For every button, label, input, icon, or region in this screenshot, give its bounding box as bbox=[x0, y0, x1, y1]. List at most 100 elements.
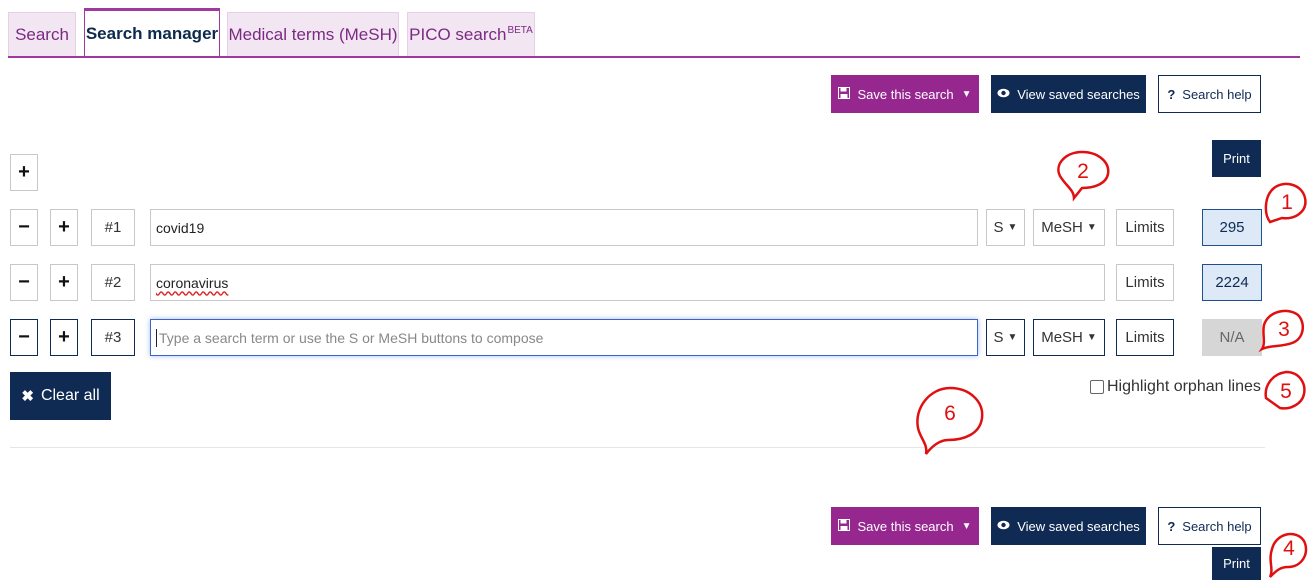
search-help-label: Search help bbox=[1182, 86, 1252, 102]
floppy-disk-icon bbox=[838, 518, 851, 534]
annotation-number: 5 bbox=[1280, 380, 1292, 403]
add-line-button[interactable]: + bbox=[50, 264, 78, 301]
line-number: #1 bbox=[91, 209, 135, 246]
limits-label: Limits bbox=[1125, 274, 1165, 291]
question-mark-icon: ? bbox=[1167, 518, 1176, 534]
clear-all-button[interactable]: ✖ Clear all bbox=[10, 372, 111, 420]
s-dropdown-button[interactable]: S ▼ bbox=[986, 319, 1025, 356]
annotation-number: 4 bbox=[1283, 537, 1295, 560]
search-term-text: covid19 bbox=[156, 219, 205, 236]
search-term-input[interactable]: Type a search term or use the S or MeSH … bbox=[150, 319, 978, 356]
s-label: S bbox=[993, 329, 1004, 346]
view-saved-searches-button[interactable]: View saved searches bbox=[991, 75, 1146, 113]
view-saved-label: View saved searches bbox=[1017, 86, 1140, 102]
mesh-dropdown-button[interactable]: MeSH ▼ bbox=[1033, 209, 1105, 246]
result-count: 295 bbox=[1219, 219, 1245, 236]
divider bbox=[10, 447, 1265, 448]
tab-pico-search[interactable]: PICO search BETA bbox=[407, 12, 535, 56]
remove-line-button[interactable]: − bbox=[10, 209, 38, 246]
line-number: #3 bbox=[91, 319, 135, 356]
tab-label: Search bbox=[15, 24, 69, 44]
caret-down-icon: ▼ bbox=[1086, 222, 1097, 233]
search-term-text: coronavirus bbox=[156, 274, 229, 291]
caret-down-icon: ▼ bbox=[1007, 332, 1018, 343]
tab-search-manager[interactable]: Search manager bbox=[84, 8, 220, 58]
add-line-button[interactable]: + bbox=[50, 319, 78, 356]
mesh-dropdown-button[interactable]: MeSH ▼ bbox=[1033, 319, 1105, 356]
print-button[interactable]: Print bbox=[1212, 547, 1261, 580]
result-count-button[interactable]: 2224 bbox=[1202, 264, 1262, 301]
mesh-label: MeSH bbox=[1041, 219, 1083, 236]
search-term-input[interactable]: coronavirus bbox=[150, 264, 1105, 301]
annotation-callout-2: 2 bbox=[1057, 150, 1110, 202]
save-search-label: Save this search bbox=[857, 518, 954, 534]
floppy-disk-icon bbox=[838, 86, 851, 102]
limits-label: Limits bbox=[1125, 219, 1165, 236]
search-help-button[interactable]: ? Search help bbox=[1158, 507, 1261, 545]
tab-label: PICO search bbox=[409, 24, 507, 44]
minus-icon: − bbox=[18, 271, 30, 293]
s-dropdown-button[interactable]: S ▼ bbox=[986, 209, 1025, 246]
highlight-orphan-toggle[interactable]: Highlight orphan lines bbox=[1090, 376, 1261, 398]
close-icon: ✖ bbox=[21, 388, 34, 405]
annotation-callout-1: 1 bbox=[1264, 182, 1307, 224]
annotation-number: 2 bbox=[1077, 160, 1089, 183]
view-saved-label: View saved searches bbox=[1017, 518, 1140, 534]
highlight-orphan-checkbox[interactable] bbox=[1090, 380, 1104, 394]
text-cursor bbox=[156, 328, 157, 347]
annotation-callout-6: 6 bbox=[916, 386, 984, 455]
view-saved-searches-button[interactable]: View saved searches bbox=[991, 507, 1146, 545]
annotation-callout-5: 5 bbox=[1264, 370, 1306, 410]
annotation-callout-4: 4 bbox=[1268, 532, 1308, 578]
tab-label: Medical terms (MeSH) bbox=[228, 24, 398, 44]
eye-icon bbox=[997, 519, 1010, 533]
remove-line-button[interactable]: − bbox=[10, 319, 38, 356]
plus-icon: + bbox=[18, 161, 30, 183]
add-line-button[interactable]: + bbox=[10, 154, 38, 191]
limits-button[interactable]: Limits bbox=[1116, 319, 1174, 356]
search-term-placeholder: Type a search term or use the S or MeSH … bbox=[159, 329, 544, 346]
annotation-number: 3 bbox=[1278, 318, 1290, 341]
result-count: 2224 bbox=[1215, 274, 1249, 291]
print-button[interactable]: Print bbox=[1212, 140, 1261, 177]
eye-icon bbox=[997, 87, 1010, 101]
result-count-na: N/A bbox=[1219, 329, 1245, 346]
search-help-label: Search help bbox=[1182, 518, 1252, 534]
highlight-orphan-label: Highlight orphan lines bbox=[1107, 378, 1261, 395]
annotation-number: 1 bbox=[1281, 191, 1293, 214]
line-number: #2 bbox=[91, 264, 135, 301]
limits-button[interactable]: Limits bbox=[1116, 264, 1174, 301]
plus-icon: + bbox=[58, 216, 70, 238]
tab-label: Search manager bbox=[85, 23, 219, 43]
add-line-button[interactable]: + bbox=[50, 209, 78, 246]
caret-down-icon: ▼ bbox=[1007, 222, 1018, 233]
search-help-button[interactable]: ? Search help bbox=[1158, 75, 1261, 113]
minus-icon: − bbox=[18, 216, 30, 238]
annotation-number: 6 bbox=[944, 402, 956, 425]
minus-icon: − bbox=[18, 326, 30, 348]
caret-down-icon: ▼ bbox=[1086, 332, 1097, 343]
question-mark-icon: ? bbox=[1167, 86, 1176, 102]
tab-search[interactable]: Search bbox=[8, 12, 76, 56]
annotation-callout-3: 3 bbox=[1258, 309, 1305, 353]
tab-medical-terms[interactable]: Medical terms (MeSH) bbox=[227, 12, 399, 56]
beta-badge: BETA bbox=[507, 25, 533, 36]
caret-down-icon: ▼ bbox=[961, 88, 972, 100]
mesh-label: MeSH bbox=[1041, 329, 1083, 346]
search-term-input[interactable]: covid19 bbox=[150, 209, 978, 246]
remove-line-button[interactable]: − bbox=[10, 264, 38, 301]
clear-all-label: Clear all bbox=[40, 387, 100, 404]
result-count-button[interactable]: 295 bbox=[1202, 209, 1262, 246]
save-search-button[interactable]: Save this search ▼ bbox=[831, 75, 979, 113]
save-search-label: Save this search bbox=[857, 86, 954, 102]
print-label: Print bbox=[1223, 151, 1250, 166]
tab-underline bbox=[8, 56, 1300, 58]
limits-label: Limits bbox=[1125, 329, 1165, 346]
caret-down-icon: ▼ bbox=[961, 520, 972, 532]
plus-icon: + bbox=[58, 271, 70, 293]
result-count: N/A bbox=[1202, 319, 1262, 356]
limits-button[interactable]: Limits bbox=[1116, 209, 1174, 246]
s-label: S bbox=[993, 219, 1004, 236]
save-search-button[interactable]: Save this search ▼ bbox=[831, 507, 979, 545]
print-label: Print bbox=[1223, 556, 1250, 571]
